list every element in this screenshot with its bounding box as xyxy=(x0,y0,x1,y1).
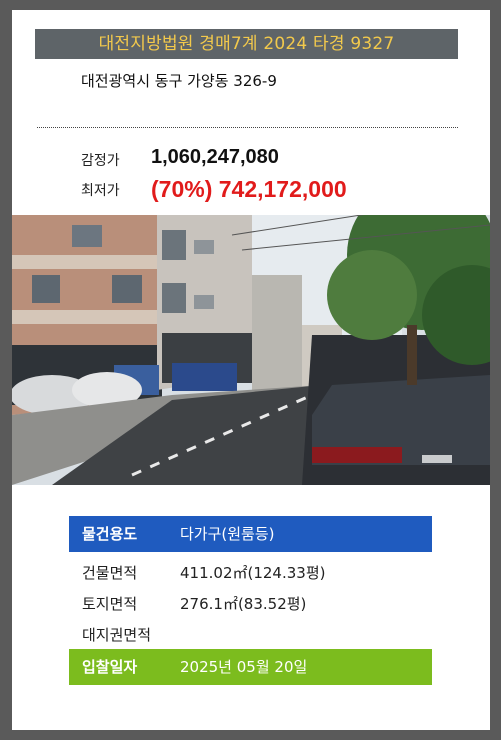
bid-date-row: 입찰일자 2025년 05월 20일 xyxy=(69,649,432,685)
property-photo xyxy=(12,215,490,485)
usage-value: 다가구(원룸등) xyxy=(180,525,275,543)
land-right-label: 대지권면적 xyxy=(82,626,152,644)
bid-date-value: 2025년 05월 20일 xyxy=(180,658,308,676)
minimum-row: 최저가 xyxy=(81,180,120,200)
property-address: 대전광역시 동구 가양동 326-9 xyxy=(81,72,277,90)
appraisal-value: 1,060,247,080 xyxy=(151,146,279,168)
appraisal-row: 감정가 xyxy=(81,150,120,170)
court-case-title: 대전지방법원 경매7계 2024 타경 9327 xyxy=(35,29,458,59)
usage-row: 물건용도 다가구(원룸등) xyxy=(69,516,432,552)
minimum-value: (70%) 742,172,000 xyxy=(151,176,347,202)
land-right-row: 대지권면적 xyxy=(69,617,432,653)
auction-card: 대전지방법원 경매7계 2024 타경 9327 대전광역시 동구 가양동 32… xyxy=(12,10,490,730)
minimum-label: 최저가 xyxy=(81,183,120,199)
bid-date-label: 입찰일자 xyxy=(82,658,138,676)
usage-label: 물건용도 xyxy=(82,525,138,543)
appraisal-label: 감정가 xyxy=(81,153,120,169)
dotted-divider xyxy=(37,127,458,128)
